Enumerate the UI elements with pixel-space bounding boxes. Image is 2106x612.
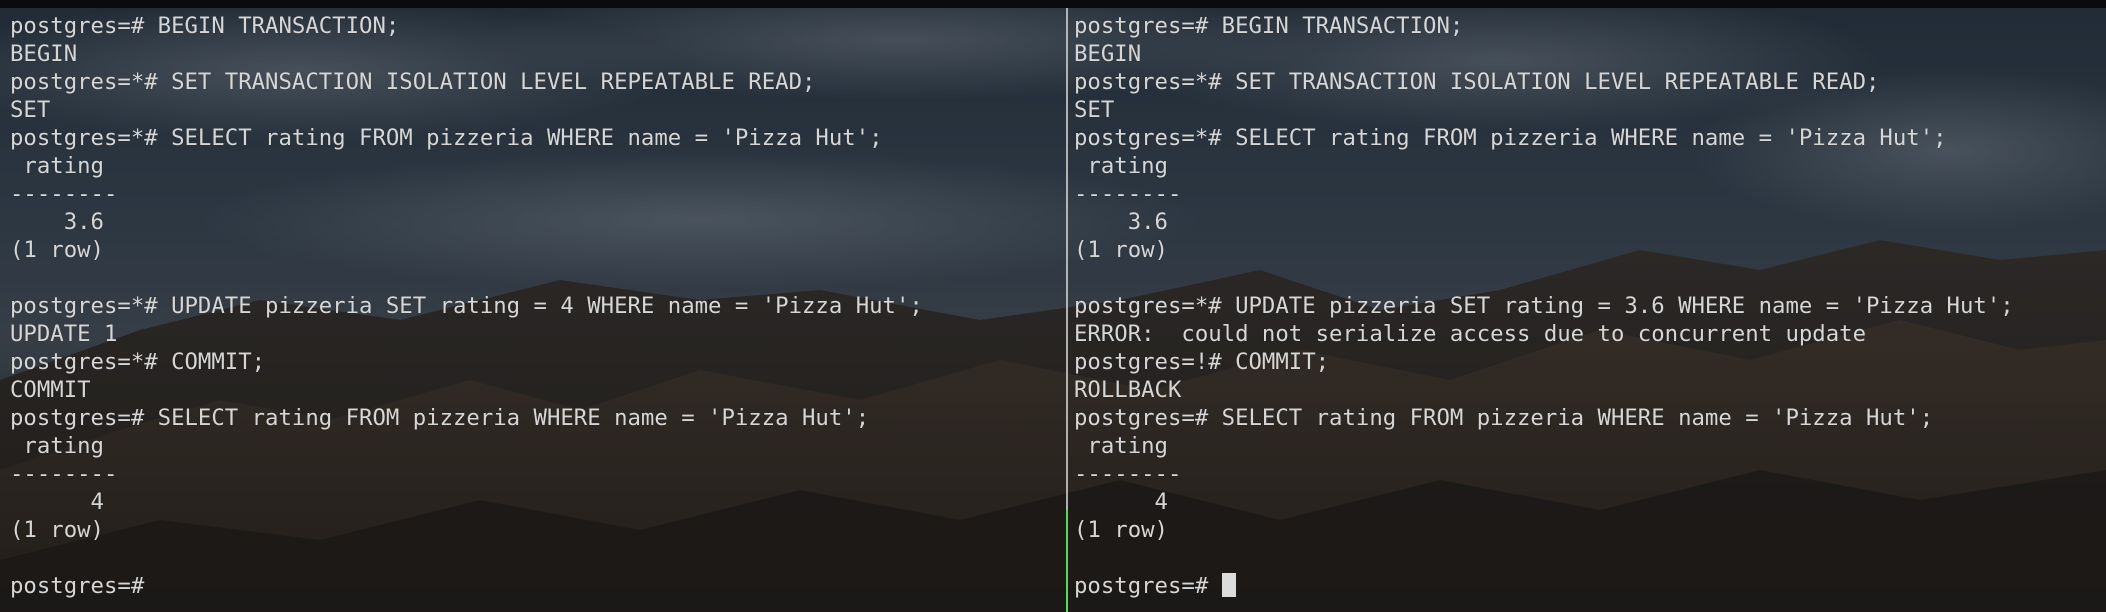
terminal-line: rating <box>1074 433 1168 459</box>
terminal-line: BEGIN <box>1074 41 1142 67</box>
terminal-line: rating <box>1074 153 1168 179</box>
terminal-line: postgres=# SELECT rating FROM pizzeria W… <box>10 405 870 431</box>
terminal-line: 3.6 <box>10 209 104 235</box>
terminal-line: rating <box>10 153 104 179</box>
terminal-line: -------- <box>1074 181 1182 207</box>
terminal-line: (1 row) <box>10 237 104 263</box>
terminal-line: ROLLBACK <box>1074 377 1182 403</box>
terminal-line: postgres=# BEGIN TRANSACTION; <box>10 13 400 39</box>
terminal-line: ERROR: could not serialize access due to… <box>1074 321 1867 347</box>
terminal-line: postgres=*# SELECT rating FROM pizzeria … <box>10 125 883 151</box>
terminal-pane-left[interactable]: postgres=# BEGIN TRANSACTION; BEGIN postgr… <box>0 8 1066 612</box>
terminal-line: postgres=*# UPDATE pizzeria SET rating =… <box>1074 293 2014 319</box>
terminal-line: postgres=*# SELECT rating FROM pizzeria … <box>1074 125 1947 151</box>
terminal-line: postgres=*# SET TRANSACTION ISOLATION LE… <box>10 69 816 95</box>
terminal-line: BEGIN <box>10 41 78 67</box>
pane-divider-active-indicator <box>1066 510 1068 612</box>
terminal-line: 4 <box>10 489 104 515</box>
terminal-line: 3.6 <box>1074 209 1168 235</box>
terminal-line: SET <box>10 97 51 123</box>
terminal-line: (1 row) <box>10 517 104 543</box>
terminal-line: -------- <box>1074 461 1182 487</box>
terminal-line: -------- <box>10 461 118 487</box>
terminal-line: postgres=*# UPDATE pizzeria SET rating =… <box>10 293 923 319</box>
terminal-line: postgres=*# SET TRANSACTION ISOLATION LE… <box>1074 69 1880 95</box>
terminal-line: -------- <box>10 181 118 207</box>
terminal-line: postgres=!# COMMIT; <box>1074 349 1330 375</box>
terminal-line: UPDATE 1 <box>10 321 118 347</box>
terminal-cursor <box>1221 573 1236 597</box>
terminal-line: (1 row) <box>1074 517 1168 543</box>
terminal-line: postgres=# <box>1074 572 2106 600</box>
window-top-bar <box>0 0 2106 8</box>
terminal-line: rating <box>10 433 104 459</box>
terminal-line: 4 <box>1074 489 1168 515</box>
terminal-line: (1 row) <box>1074 237 1168 263</box>
terminal-pane-right[interactable]: postgres=# BEGIN TRANSACTION; BEGIN postgr… <box>1069 8 2106 612</box>
terminal-line: postgres=# SELECT rating FROM pizzeria W… <box>1074 405 1934 431</box>
terminal-line: SET <box>1074 97 1115 123</box>
terminal-line: postgres=# <box>10 573 158 599</box>
terminal-line: COMMIT <box>10 377 91 403</box>
terminal-line: postgres=*# COMMIT; <box>10 349 266 375</box>
terminal-line: postgres=# BEGIN TRANSACTION; <box>1074 13 1464 39</box>
